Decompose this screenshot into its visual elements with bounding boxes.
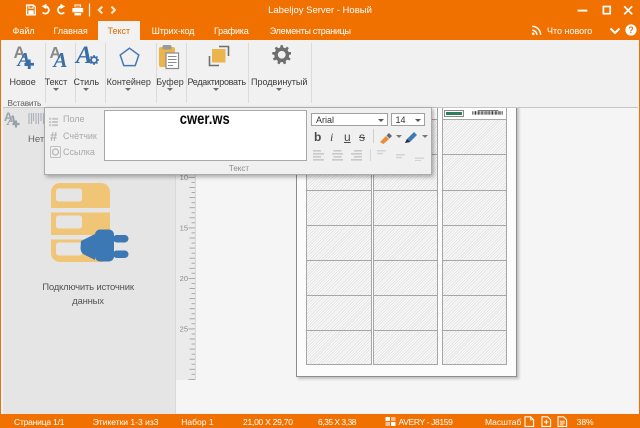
svg-text:15: 15 xyxy=(180,224,188,233)
svg-text:?: ? xyxy=(628,25,634,35)
svg-text:20: 20 xyxy=(180,274,188,283)
svg-text:25: 25 xyxy=(180,325,188,334)
